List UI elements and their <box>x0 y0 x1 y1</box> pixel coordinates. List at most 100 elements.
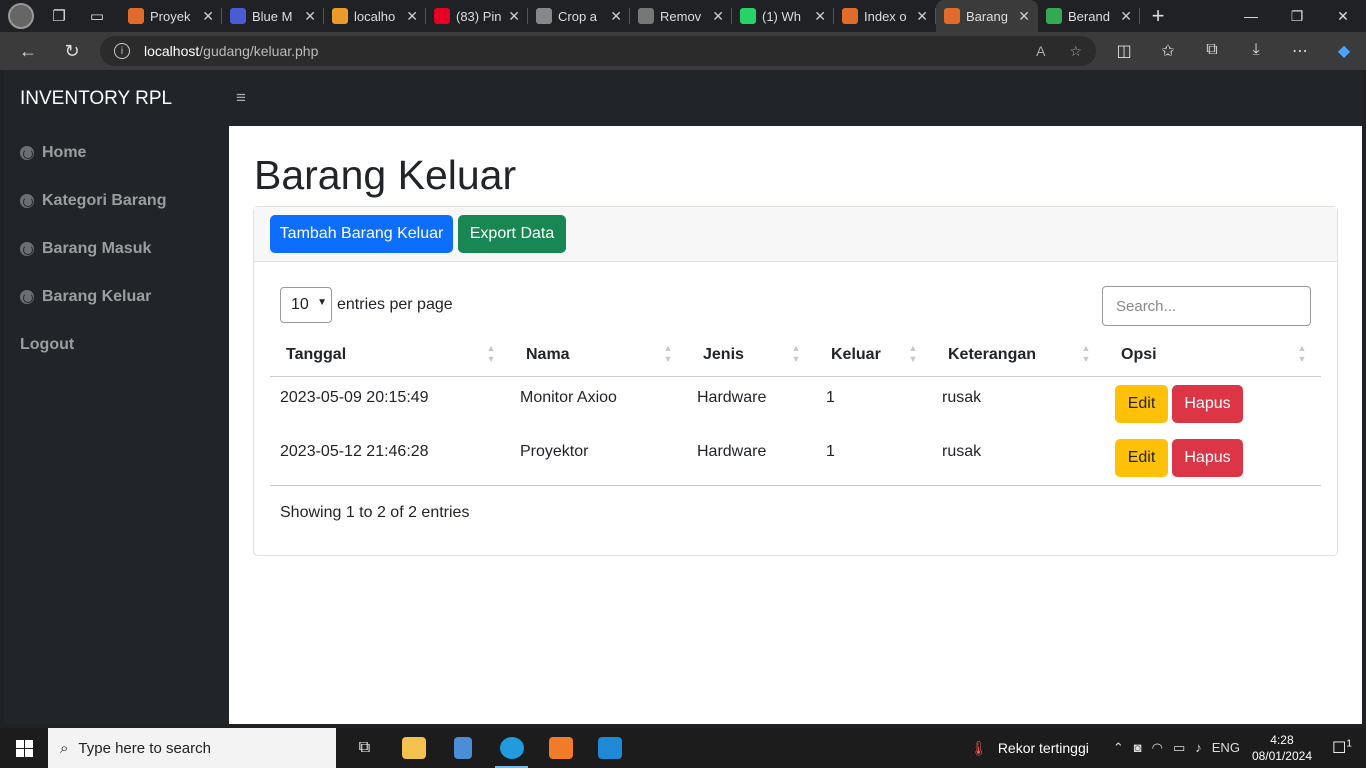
sidebar-item-barang-keluar[interactable]: Barang Keluar <box>20 288 151 306</box>
tab-title: Index o <box>864 8 907 24</box>
calculator-icon[interactable] <box>438 728 487 768</box>
search-input[interactable] <box>1102 286 1311 326</box>
sort-icon[interactable]: ▲ ▼ <box>1081 343 1091 369</box>
weather-widget[interactable]: 🌡 Rekor tertinggi <box>970 740 1089 757</box>
url-path: /gudang/keluar.php <box>199 43 319 59</box>
copilot-icon[interactable]: ◆ <box>1322 41 1366 61</box>
volume-icon[interactable]: ♪ <box>1195 740 1202 756</box>
sort-icon[interactable]: ▲ ▼ <box>1297 343 1307 369</box>
delete-button[interactable]: Hapus <box>1172 439 1243 477</box>
taskbar-search[interactable]: ⌕ Type here to search <box>48 728 336 768</box>
xampp-icon[interactable] <box>536 728 585 768</box>
browser-tab[interactable]: Proyek ✕ <box>120 0 222 32</box>
tab-favicon-icon <box>128 8 144 24</box>
browser-tab[interactable]: Index o ✕ <box>834 0 936 32</box>
browser-tab[interactable]: Berand ✕ <box>1038 0 1140 32</box>
start-button[interactable] <box>0 728 48 768</box>
file-explorer-icon[interactable] <box>389 728 438 768</box>
entries-per-page-select[interactable]: 10 ▼ <box>280 287 332 323</box>
notification-icon[interactable]: ☐1 <box>1332 738 1356 758</box>
downloads-icon[interactable]: ⤓ <box>1234 41 1278 61</box>
network-icon[interactable]: ◠ <box>1152 740 1163 756</box>
thermometer-icon: 🌡 <box>970 739 988 756</box>
export-data-button[interactable]: Export Data <box>458 215 566 253</box>
clock-time: 4:28 <box>1270 733 1294 747</box>
edit-button[interactable]: Edit <box>1115 439 1168 477</box>
sidebar-item-home[interactable]: Home <box>20 144 86 162</box>
table-card: Tambah Barang Keluar Export Data 10 ▼ en… <box>253 206 1338 556</box>
browser-tab[interactable]: (83) Pin ✕ <box>426 0 528 32</box>
favorites-icon[interactable]: ✩ <box>1146 41 1190 61</box>
tab-close-icon[interactable]: ✕ <box>202 8 214 25</box>
sidebar-toggle-icon[interactable]: ≡ <box>236 88 246 108</box>
site-info-icon[interactable]: i <box>114 43 130 59</box>
tab-close-icon[interactable]: ✕ <box>814 8 826 25</box>
column-header-keterangan[interactable]: Keterangan <box>948 346 1036 364</box>
more-menu-icon[interactable]: ⋯ <box>1278 41 1322 61</box>
page-title: Barang Keluar <box>254 152 517 198</box>
column-header-jenis[interactable]: Jenis <box>703 346 744 364</box>
column-header-keluar[interactable]: Keluar <box>831 346 881 364</box>
delete-button[interactable]: Hapus <box>1172 385 1243 423</box>
sidebar-item-barang-masuk[interactable]: Barang Masuk <box>20 240 151 258</box>
split-screen-icon[interactable]: ◫ <box>1102 41 1146 61</box>
tab-favicon-icon <box>740 8 756 24</box>
column-header-opsi[interactable]: Opsi <box>1121 346 1157 364</box>
tab-close-icon[interactable]: ✕ <box>406 8 418 25</box>
taskbar-clock[interactable]: 4:28 08/01/2024 <box>1252 732 1312 764</box>
new-tab-button[interactable]: + <box>1140 3 1176 29</box>
vscode-icon[interactable] <box>585 728 634 768</box>
back-icon[interactable]: ← <box>6 41 50 62</box>
card-header: Tambah Barang Keluar Export Data <box>254 207 1337 262</box>
browser-tab[interactable]: localho ✕ <box>324 0 426 32</box>
profile-avatar[interactable] <box>8 3 34 29</box>
meet-now-icon[interactable]: ◙ <box>1134 740 1142 756</box>
read-aloud-icon[interactable]: A <box>1036 43 1045 60</box>
browser-tab[interactable]: Remov ✕ <box>630 0 732 32</box>
sidebar-item-logout[interactable]: Logout <box>20 336 74 354</box>
collections-icon[interactable]: ⧉ <box>1190 41 1234 61</box>
browser-toolbar: ← ↻ i localhost/gudang/keluar.php A ☆ ◫ … <box>0 32 1366 70</box>
restore-button[interactable]: ❐ <box>1274 8 1320 25</box>
tab-favicon-icon <box>536 8 552 24</box>
table-bottom-divider <box>270 485 1321 486</box>
workspaces-icon[interactable]: ❐ <box>46 3 72 29</box>
cell-jenis: Hardware <box>697 389 767 406</box>
column-header-nama[interactable]: Nama <box>526 346 570 364</box>
sort-icon[interactable]: ▲ ▼ <box>486 343 496 369</box>
edge-browser-icon[interactable] <box>487 728 536 768</box>
tab-close-icon[interactable]: ✕ <box>712 8 724 25</box>
edit-button[interactable]: Edit <box>1115 385 1168 423</box>
column-header-tanggal[interactable]: Tanggal <box>286 346 346 364</box>
app-brand[interactable]: INVENTORY RPL <box>20 88 172 110</box>
tab-close-icon[interactable]: ✕ <box>508 8 520 25</box>
refresh-icon[interactable]: ↻ <box>50 41 94 62</box>
language-indicator[interactable]: ENG <box>1212 740 1240 756</box>
sort-icon[interactable]: ▲ ▼ <box>791 343 801 369</box>
chevron-up-icon[interactable]: ⌃ <box>1113 740 1124 756</box>
tab-close-icon[interactable]: ✕ <box>1018 8 1030 25</box>
task-view-icon[interactable]: ⧉ <box>340 728 389 768</box>
tab-close-icon[interactable]: ✕ <box>610 8 622 25</box>
browser-tab[interactable]: (1) Wh ✕ <box>732 0 834 32</box>
tab-actions-icon[interactable]: ▭ <box>84 3 110 29</box>
browser-tab[interactable]: Barang ✕ <box>936 0 1038 32</box>
tab-close-icon[interactable]: ✕ <box>1120 8 1132 25</box>
url-host: localhost <box>144 43 200 59</box>
browser-tab[interactable]: Crop a ✕ <box>528 0 630 32</box>
minimize-button[interactable]: — <box>1228 8 1274 25</box>
tab-close-icon[interactable]: ✕ <box>304 8 316 25</box>
weather-text: Rekor tertinggi <box>997 740 1089 756</box>
sort-icon[interactable]: ▲ ▼ <box>908 343 918 369</box>
battery-icon[interactable]: ▭ <box>1173 740 1185 756</box>
favorite-star-icon[interactable]: ☆ <box>1069 43 1082 60</box>
browser-tab[interactable]: Blue M ✕ <box>222 0 324 32</box>
header-divider <box>270 376 1321 377</box>
address-bar[interactable]: i localhost/gudang/keluar.php A ☆ <box>100 36 1096 66</box>
sort-icon[interactable]: ▲ ▼ <box>663 343 673 369</box>
close-window-button[interactable]: ✕ <box>1320 8 1366 25</box>
clock-date: 08/01/2024 <box>1251 749 1312 763</box>
add-barang-keluar-button[interactable]: Tambah Barang Keluar <box>270 215 453 253</box>
sidebar-item-kategori-barang[interactable]: Kategori Barang <box>20 192 166 210</box>
tab-close-icon[interactable]: ✕ <box>916 8 928 25</box>
